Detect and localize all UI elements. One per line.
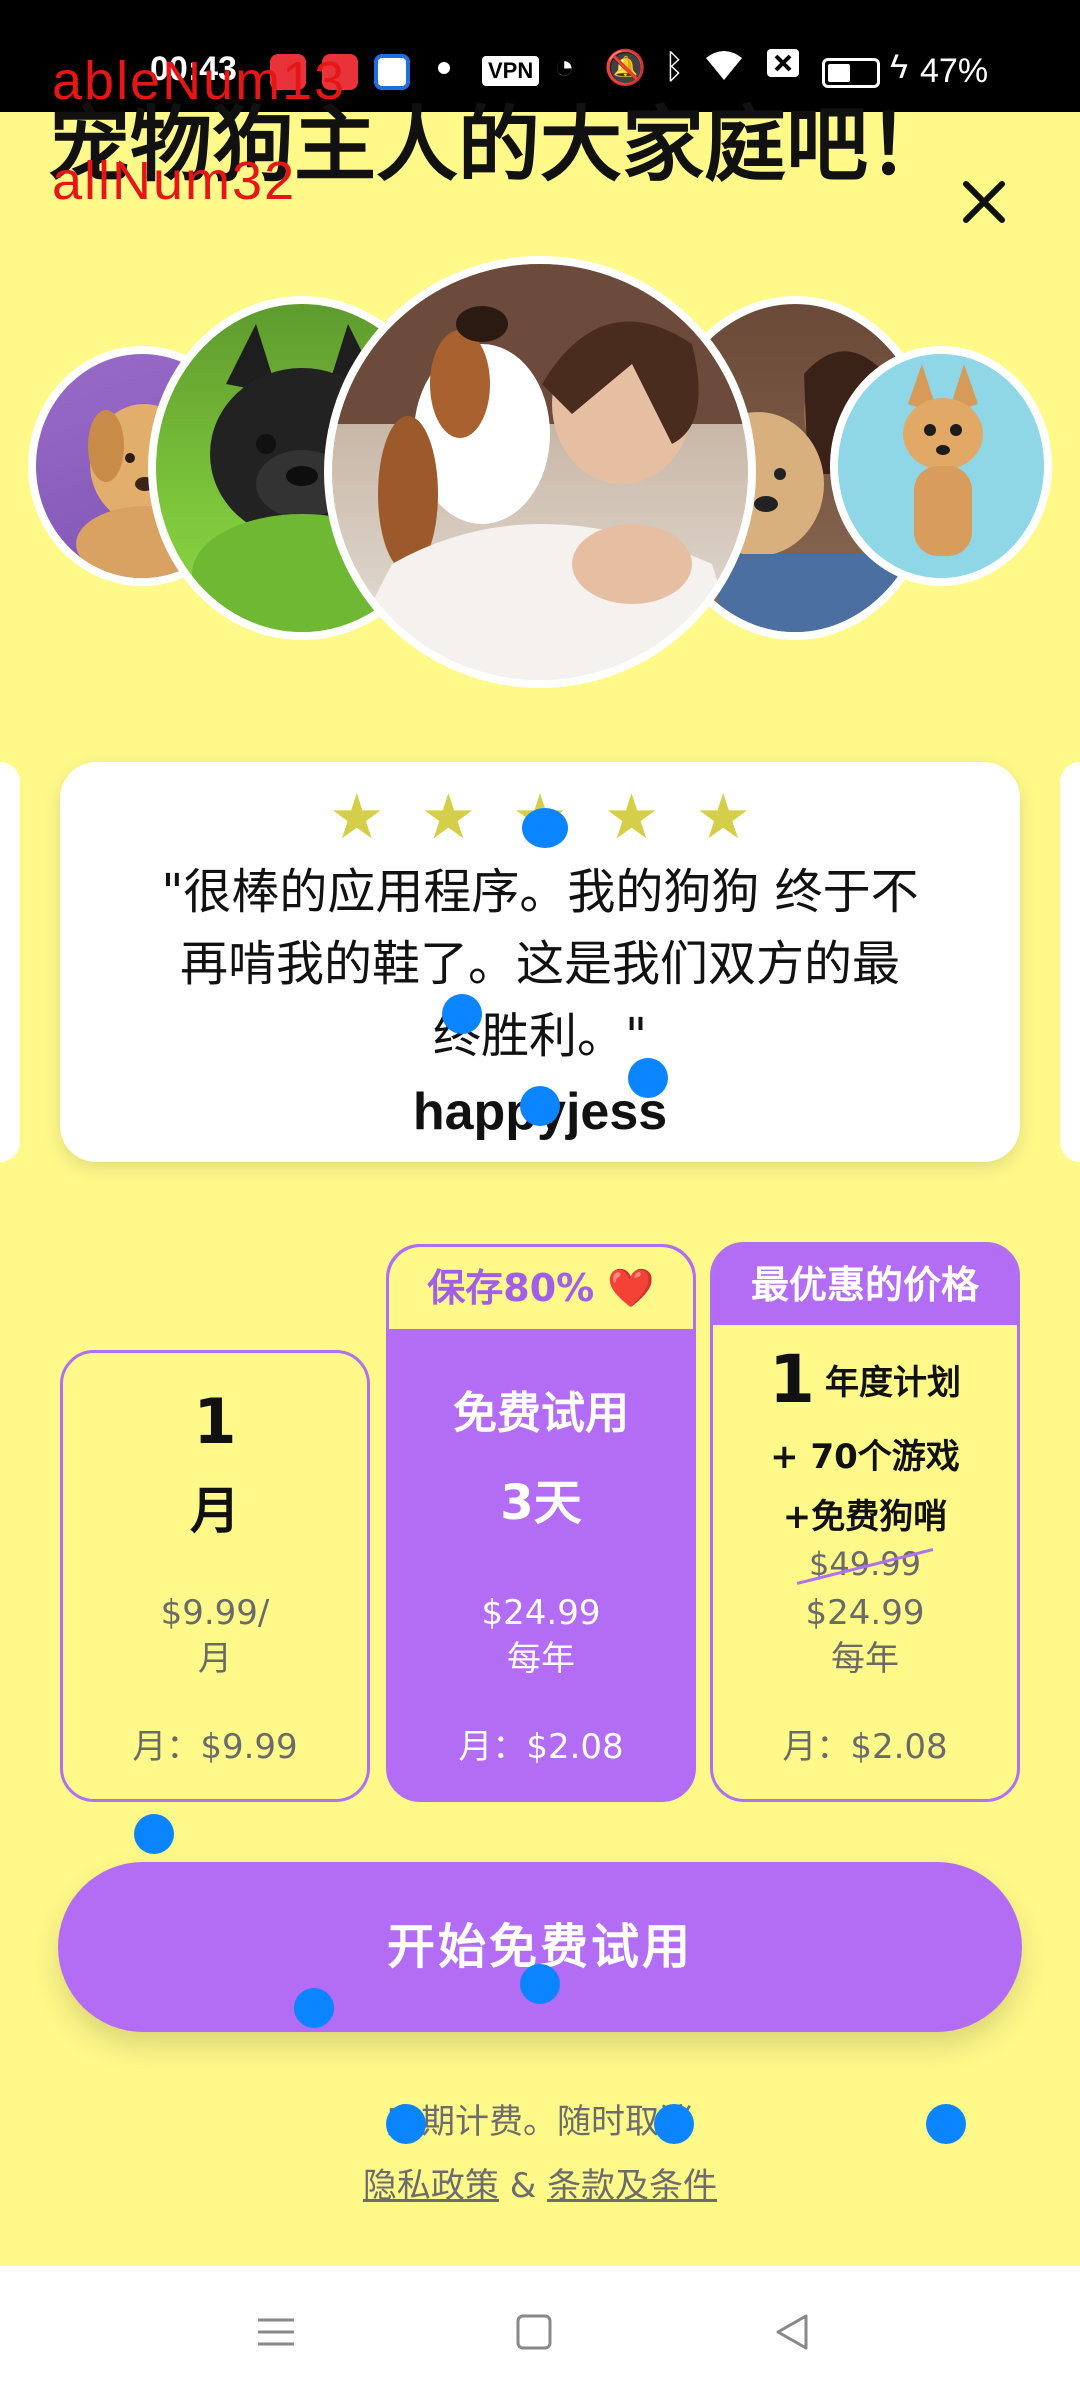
plan-annual[interactable]: 最优惠的价格 1年度计划 + 70个游戏 +免费狗哨 $49.99 $24.99…: [710, 1242, 1020, 1802]
review-quote-line: "很棒的应用程序。我的狗狗 终于不: [161, 864, 919, 920]
touch-marker: [386, 2104, 426, 2144]
plan-trial-days: 3天: [500, 1475, 582, 1531]
plan-trial-per-month: 月：$2.08: [458, 1727, 624, 1767]
billing-note: 定期计费。随时取消: [387, 2102, 693, 2142]
previous-review-card-edge[interactable]: [0, 762, 20, 1162]
menu-icon: [258, 2318, 294, 2346]
legal-links: 隐私政策 & 条款及条件: [0, 2158, 1080, 2207]
plan-annual-best-price-badge: 最优惠的价格: [713, 1245, 1017, 1325]
start-free-trial-button[interactable]: 开始免费试用: [58, 1862, 1022, 2032]
star-icon: ★: [329, 780, 385, 853]
overlay-label: allNum32: [52, 151, 297, 211]
plan-annual-count: 1: [769, 1341, 815, 1418]
star-icon: ★: [420, 780, 477, 853]
touch-marker: [294, 1988, 334, 2028]
plan-annual-period: 每年: [831, 1639, 899, 1679]
menu-button[interactable]: [246, 2302, 306, 2362]
close-icon: [963, 181, 1005, 223]
review-quote-line: 再啃我的鞋了。这是我们双方的最: [179, 936, 900, 992]
plan-annual-title: 1 年度计划: [713, 1341, 1017, 1418]
plan-monthly-unit: 月: [190, 1482, 240, 1540]
touch-marker: [520, 1086, 560, 1126]
star-icon: ★: [603, 780, 660, 853]
touch-marker: [522, 808, 568, 848]
plan-annual-price: $24.99: [805, 1593, 925, 1633]
touch-marker: [520, 1964, 560, 2004]
plan-annual-per-month: 月：$2.08: [782, 1727, 948, 1767]
plan-monthly-per-month: 月：$9.99: [132, 1727, 298, 1767]
star-icon: ★: [695, 780, 751, 853]
touch-marker: [926, 2104, 966, 2144]
notification-dot-icon: [438, 62, 450, 74]
back-triangle-icon: [776, 2314, 808, 2350]
touch-marker: [654, 2104, 694, 2144]
home-square-icon: [516, 2314, 552, 2350]
touch-marker: [442, 994, 482, 1034]
plan-annual-label: 年度计划: [824, 1363, 961, 1403]
home-button[interactable]: [504, 2302, 564, 2362]
system-nav-bar: [0, 2266, 1080, 2400]
close-button[interactable]: [954, 172, 1014, 232]
plan-trial-save-badge: 保存80% ❤️: [389, 1247, 693, 1329]
touch-marker: [628, 1058, 668, 1098]
next-review-card-edge[interactable]: [1060, 762, 1080, 1162]
plan-annual-games: + 70个游戏: [770, 1437, 960, 1477]
privacy-policy-link[interactable]: 隐私政策: [363, 2166, 499, 2206]
dog-photo-woman-hugging-beagle: [324, 256, 756, 688]
review-quote-line: 终胜利。": [432, 1008, 648, 1064]
plan-monthly-price: $9.99/: [160, 1593, 270, 1633]
terms-link[interactable]: 条款及条件: [547, 2166, 717, 2206]
plan-monthly[interactable]: 1 月 $9.99/ 月 月：$9.99: [60, 1350, 370, 1802]
back-button[interactable]: [762, 2302, 822, 2362]
plan-trial-period: 每年: [507, 1639, 575, 1679]
legal-separator: &: [509, 2166, 537, 2206]
plan-trial-title: 免费试用: [453, 1388, 629, 1439]
overlay-label: ableNum13: [52, 51, 347, 111]
plan-annual-whistle: +免费狗哨: [782, 1497, 948, 1537]
touch-marker: [134, 1814, 174, 1854]
plan-trial-price: $24.99: [481, 1593, 601, 1633]
review-quote: "很棒的应用程序。我的狗狗 终于不 再啃我的鞋了。这是我们双方的最 终胜利。": [100, 856, 980, 1072]
dog-photo-chihuahua: [830, 346, 1052, 586]
plan-monthly-count: 1: [193, 1385, 237, 1458]
plan-free-trial[interactable]: 保存80% ❤️ 免费试用 3天 $24.99 每年 月：$2.08: [386, 1244, 696, 1802]
plan-monthly-price-unit: 月: [198, 1639, 232, 1679]
